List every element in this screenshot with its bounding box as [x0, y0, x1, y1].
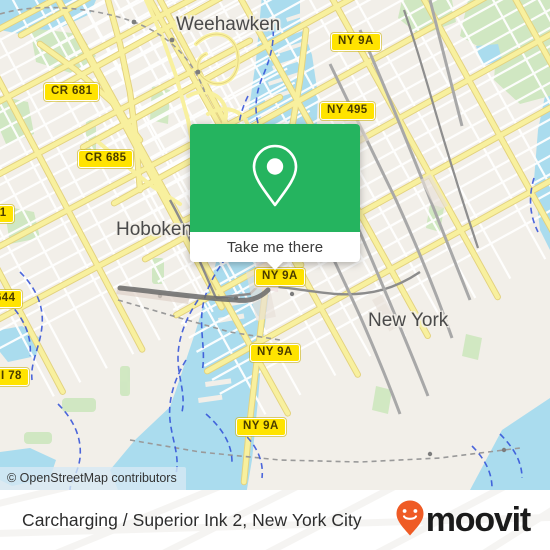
callout-icon-area — [190, 124, 360, 232]
station-callout-card[interactable]: Take me there — [190, 124, 360, 270]
station-title: Carcharging / Superior Ink 2, New York C… — [22, 509, 362, 530]
map-pin-icon — [248, 142, 302, 215]
openstreetmap-attribution[interactable]: © OpenStreetMap contributors — [0, 467, 186, 490]
moovit-smiley-pin-icon — [395, 499, 425, 542]
take-me-there-label: Take me there — [226, 238, 324, 256]
callout-pointer-tail — [266, 261, 284, 270]
moovit-wordmark: moovit — [425, 501, 531, 539]
footer-bar: Carcharging / Superior Ink 2, New York C… — [0, 490, 550, 550]
take-me-there-button[interactable]: Take me there — [190, 232, 360, 270]
moovit-brand-logo[interactable]: moovit — [395, 499, 531, 542]
moovit-station-map-card: Weehawken Hoboken New York NY 9A CR 681 … — [0, 0, 550, 550]
